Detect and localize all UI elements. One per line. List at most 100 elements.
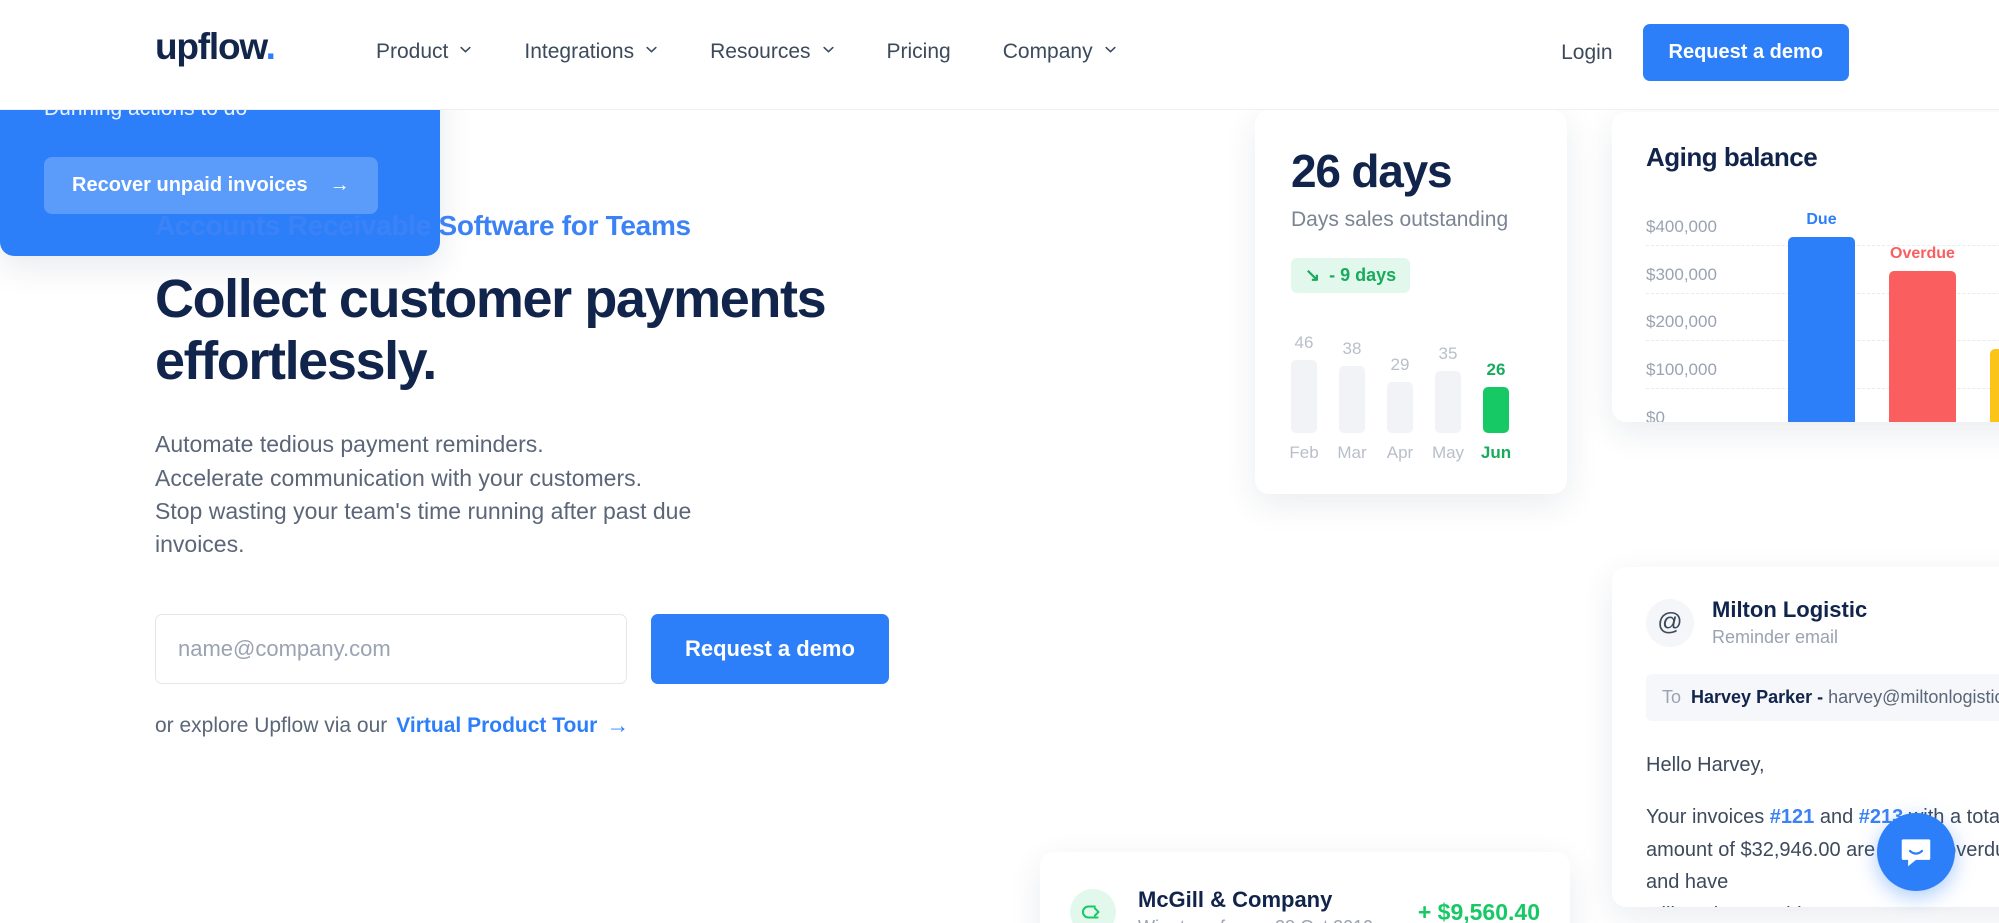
request-demo-button[interactable]: Request a demo — [1642, 24, 1849, 81]
email-to-field: To Harvey Parker - harvey@miltonlogistic.… — [1646, 674, 1999, 721]
subtext-line-4: invoices. — [155, 531, 245, 558]
payment-info: McGill & Company Wire transfer, on 28 Oc… — [1138, 887, 1373, 923]
email-header: @ Milton Logistic Reminder email — [1646, 597, 1999, 648]
email-body-line-3: still not been paid. — [1646, 899, 1999, 907]
dso-label: Days sales outstanding — [1291, 208, 1509, 231]
email-sender: Milton Logistic Reminder email — [1712, 597, 1867, 648]
to-label: To — [1662, 687, 1682, 707]
status-badge: ↘ - 9 days — [1291, 258, 1411, 293]
hero-section: Accounts Receivable Software for Teams C… — [155, 210, 915, 738]
invoice-link-1[interactable]: #121 — [1770, 806, 1815, 828]
dso-bar — [1435, 371, 1461, 433]
y-axis-tick-label: $100,000 — [1646, 360, 1717, 380]
email-type: Reminder email — [1712, 627, 1839, 647]
to-recipient-email: harvey@miltonlogistic.com — [1828, 687, 1999, 707]
dso-bar-value: 46 — [1294, 333, 1314, 352]
nav-item-label: Resources — [710, 40, 811, 63]
subtext-line-1: Automate tedious payment reminders. — [155, 431, 544, 458]
to-recipient-name: Harvey Parker - — [1691, 687, 1824, 707]
arrow-right-icon: → — [329, 174, 350, 196]
dso-bar — [1387, 382, 1413, 433]
arrow-right-icon: → — [606, 712, 630, 739]
subtext-line-3: Stop wasting your team's time running af… — [155, 497, 692, 524]
dso-bar-value: 26 — [1486, 360, 1506, 379]
nav-item-label: Pricing — [886, 40, 951, 63]
dso-bar-label: Feb — [1289, 443, 1319, 462]
nav-item-integrations[interactable]: Integrations — [498, 30, 684, 74]
dso-bar-value: 29 — [1390, 355, 1410, 374]
body-pre: Your invoices — [1646, 806, 1765, 829]
dso-value: 26 days — [1291, 145, 1453, 197]
logo-dot: . — [265, 26, 276, 67]
aging-bar-label: Due — [1806, 211, 1837, 228]
aging-bar-label: Overdue — [1890, 245, 1955, 262]
nav-item-label: Company — [1002, 40, 1093, 63]
y-axis-tick-label: $200,000 — [1646, 312, 1717, 332]
dso-bar — [1483, 387, 1509, 433]
recover-button-label: Recover unpaid invoices — [72, 174, 308, 196]
arrow-down-right-icon: ↘ — [1305, 265, 1321, 285]
subtext-line-2: Accelerate communication with your custo… — [155, 464, 643, 491]
dso-bar-label: Mar — [1337, 443, 1367, 462]
payment-received-card: McGill & Company Wire transfer, on 28 Oc… — [1040, 852, 1570, 923]
page-title: Collect customer payments effortlessly. — [155, 268, 915, 392]
chat-icon — [1901, 839, 1931, 867]
chevron-down-icon — [645, 43, 658, 56]
nav-item-company[interactable]: Company — [977, 30, 1143, 74]
nav-item-product[interactable]: Product — [350, 30, 498, 74]
email-company: Milton Logistic — [1712, 597, 1868, 622]
virtual-tour-line: or explore Upflow via our Virtual Produc… — [155, 714, 915, 738]
dso-bar-group: 29 Apr — [1387, 333, 1413, 463]
dso-bar-group: 38 Mar — [1337, 333, 1367, 463]
intercom-chat-button[interactable] — [1877, 813, 1955, 891]
payment-company: McGill & Company — [1138, 886, 1333, 912]
dso-bar-group: 35 May — [1431, 333, 1465, 463]
dso-card: 26 days Days sales outstanding ↘ - 9 day… — [1255, 110, 1567, 494]
dso-bar-chart: 46 Feb 38 Mar 29 Apr 35 May 26 Jun — [1289, 333, 1531, 463]
recover-unpaid-invoices-button[interactable]: Recover unpaid invoices → — [44, 157, 378, 214]
logo[interactable]: upflow. — [155, 26, 276, 68]
dso-bar-group: 26 Jun — [1480, 333, 1512, 463]
aging-bars: Due Overdue — [1788, 211, 1999, 422]
aging-bar — [1889, 271, 1956, 422]
headline-line-2: effortlessly. — [155, 331, 437, 392]
nav-item-label: Product — [376, 40, 449, 63]
nav-item-resources[interactable]: Resources — [684, 30, 860, 74]
hero-eyebrow: Accounts Receivable Software for Teams — [155, 210, 691, 241]
chevron-down-icon — [822, 43, 835, 56]
nav-right: Login Request a demo — [1561, 24, 1849, 81]
body-and: and — [1819, 806, 1854, 829]
dso-bar-label: May — [1431, 443, 1465, 462]
chevron-down-icon — [459, 43, 472, 56]
hero-subtext: Automate tedious payment reminders. Acce… — [155, 428, 915, 561]
dso-bar-label: Apr — [1386, 443, 1414, 462]
dso-badge-text: - 9 days — [1329, 265, 1397, 285]
headline-line-1: Collect customer payments — [155, 269, 827, 329]
dso-bar-group: 46 Feb — [1289, 333, 1319, 463]
landing-page: upflow. Product Integrations Resources P… — [0, 0, 1999, 923]
logo-text: upflow — [155, 26, 267, 67]
aging-y-axis: $400,000 $300,000 $200,000 $100,000 $0 — [1646, 203, 1999, 422]
tour-prefix: or explore Upflow via our — [155, 713, 388, 737]
y-axis-tick-label: $400,000 — [1646, 216, 1717, 236]
aging-bar-group: Due — [1788, 211, 1855, 422]
y-axis-tick-label: $0 — [1646, 408, 1665, 422]
nav-links: Product Integrations Resources Pricing C… — [350, 30, 1143, 74]
aging-bar — [1788, 237, 1855, 422]
dso-bar-value: 38 — [1342, 339, 1362, 358]
nav-item-pricing[interactable]: Pricing — [861, 30, 977, 74]
email-input[interactable] — [155, 613, 627, 684]
dso-bar — [1339, 366, 1365, 433]
dso-bar-label: Jun — [1480, 443, 1512, 462]
navbar: upflow. Product Integrations Resources P… — [0, 0, 1999, 110]
login-link[interactable]: Login — [1561, 41, 1612, 65]
nav-item-label: Integrations — [524, 40, 635, 63]
dso-bar-value: 35 — [1438, 344, 1458, 363]
payment-amount: + $9,560.40 — [1417, 898, 1540, 923]
y-axis-tick-label: $300,000 — [1646, 264, 1717, 284]
transfer-out-icon — [1070, 889, 1116, 923]
at-icon: @ — [1646, 598, 1694, 647]
signup-form: Request a demo — [155, 613, 915, 684]
virtual-product-tour-link[interactable]: Virtual Product Tour — [396, 714, 597, 738]
hero-request-demo-button[interactable]: Request a demo — [651, 613, 889, 684]
